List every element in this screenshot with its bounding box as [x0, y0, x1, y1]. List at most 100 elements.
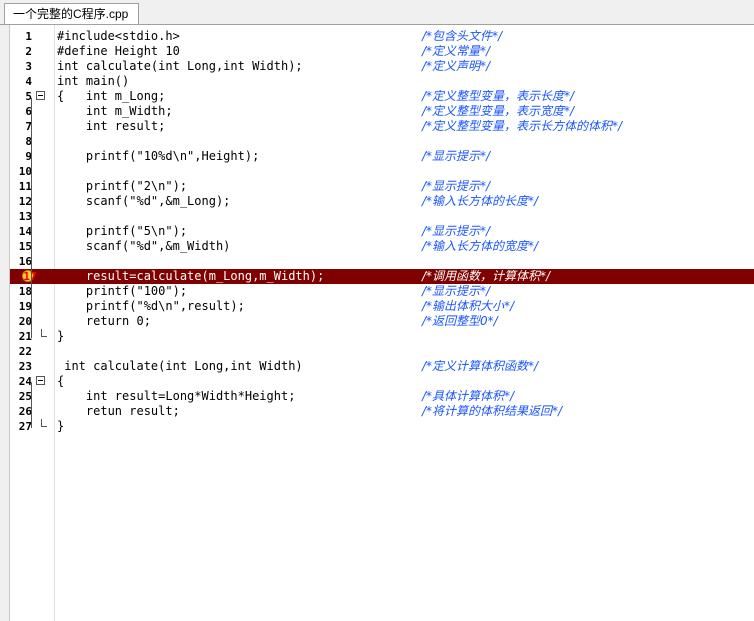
line-number: 17	[23, 270, 37, 283]
code-line[interactable]: 9 printf("10%d\n",Height); /*显示提示*/	[10, 149, 754, 164]
code-line[interactable]: 24 {	[10, 374, 754, 389]
line-number: 10	[18, 165, 32, 178]
line-number: 27	[18, 420, 32, 433]
line-number: 9	[25, 150, 32, 163]
code-comment: /*显示提示*/	[422, 149, 491, 163]
line-number: 22	[18, 345, 32, 358]
code-line[interactable]: 7 int result; /*定义整型变量，表示长方体的体积*/	[10, 119, 754, 134]
code-line[interactable]: 19 printf("%d\n",result); /*输出体积大小*/	[10, 299, 754, 314]
code-text: scanf("%d",&m_Width)	[57, 239, 231, 253]
file-tab-label: 一个完整的C程序.cpp	[13, 7, 129, 21]
line-number: 21	[18, 330, 32, 343]
code-text: }	[57, 419, 65, 433]
line-number: 12	[18, 195, 32, 208]
code-text: { int m_Long;	[57, 89, 166, 103]
fold-toggle-icon[interactable]	[36, 91, 45, 100]
line-number: 1	[25, 30, 32, 43]
code-line[interactable]: 10	[10, 164, 754, 179]
line-number: 19	[18, 300, 32, 313]
line-number: 5	[25, 90, 32, 103]
code-text: {	[57, 374, 65, 388]
line-number: 16	[18, 255, 32, 268]
code-comment: /*输出体积大小*/	[422, 299, 515, 313]
line-number: 13	[18, 210, 32, 223]
fold-toggle-icon[interactable]	[36, 376, 45, 385]
fold-end-marker	[41, 419, 47, 427]
code-line[interactable]: 16	[10, 254, 754, 269]
code-comment: /*返回整型0*/	[422, 314, 498, 328]
code-line[interactable]: 15 scanf("%d",&m_Width) /*输入长方体的宽度*/	[10, 239, 754, 254]
code-text: #define Height 10	[57, 44, 180, 58]
code-line[interactable]: 21}	[10, 329, 754, 344]
code-text: int result=Long*Width*Height;	[57, 389, 296, 403]
line-number: 4	[25, 75, 32, 88]
line-number: 2	[25, 45, 32, 58]
code-text: printf("%d\n",result);	[57, 299, 245, 313]
code-line[interactable]: 3 int calculate(int Long,int Width); /*定义声…	[10, 59, 754, 74]
code-line[interactable]: 4 int main()	[10, 74, 754, 89]
line-number: 26	[18, 405, 32, 418]
code-line[interactable]: 11 printf("2\n"); /*显示提示*/	[10, 179, 754, 194]
code-line[interactable]: 14 printf("5\n"); /*显示提示*/	[10, 224, 754, 239]
code-comment: /*定义整型变量，表示长方体的体积*/	[422, 119, 623, 133]
code-comment: /*定义常量*/	[422, 44, 491, 58]
code-text: printf("10%d\n",Height);	[57, 149, 260, 163]
code-line[interactable]: 2 #define Height 10 /*定义常量*/	[10, 44, 754, 59]
code-comment: /*定义整型变量，表示宽度*/	[422, 104, 575, 118]
code-line[interactable]: 13	[10, 209, 754, 224]
line-number: 23	[18, 360, 32, 373]
code-comment: /*定义计算体积函数*/	[422, 359, 539, 373]
code-text: }	[57, 329, 65, 343]
line-number: 8	[25, 135, 32, 148]
code-line[interactable]: 5 { int m_Long; /*定义整型变量，表示长度*/	[10, 89, 754, 104]
line-number: 14	[18, 225, 32, 238]
line-number: 24	[18, 375, 32, 388]
line-number: 3	[25, 60, 32, 73]
code-text: return 0;	[57, 314, 151, 328]
code-comment: /*具体计算体积*/	[422, 389, 515, 403]
code-text: scanf("%d",&m_Long);	[57, 194, 231, 208]
line-number: 11	[18, 180, 32, 193]
code-line[interactable]: 27}	[10, 419, 754, 434]
code-comment: /*包含头文件*/	[422, 29, 503, 43]
code-comment: /*定义整型变量，表示长度*/	[422, 89, 575, 103]
code-text: int m_Width;	[57, 104, 173, 118]
fold-guide-main	[31, 98, 32, 338]
editor-left-margin	[0, 25, 10, 621]
code-text: result=calculate(m_Long,m_Width);	[57, 269, 325, 283]
code-comment: /*输入长方体的长度*/	[422, 194, 539, 208]
code-line[interactable]: 20 return 0; /*返回整型0*/	[10, 314, 754, 329]
code-line[interactable]: 22	[10, 344, 754, 359]
code-text: printf("100");	[57, 284, 188, 298]
code-text: int calculate(int Long,int Width)	[57, 359, 303, 373]
code-line[interactable]: 12 scanf("%d",&m_Long); /*输入长方体的长度*/	[10, 194, 754, 209]
code-text: printf("5\n");	[57, 224, 188, 238]
code-text: int result;	[57, 119, 166, 133]
line-number: 18	[18, 285, 32, 298]
code-line[interactable]: 26 retun result; /*将计算的体积结果返回*/	[10, 404, 754, 419]
line-number: 6	[25, 105, 32, 118]
code-line[interactable]: 8	[10, 134, 754, 149]
line-number: 25	[18, 390, 32, 403]
file-tab[interactable]: 一个完整的C程序.cpp	[4, 3, 140, 26]
code-comment: /*输入长方体的宽度*/	[422, 239, 539, 253]
code-text: #include<stdio.h>	[57, 29, 180, 43]
code-text: printf("2\n");	[57, 179, 188, 193]
code-line[interactable]: 1 #include<stdio.h> /*包含头文件*/	[10, 29, 754, 44]
code-comment: /*显示提示*/	[422, 224, 491, 238]
code-line[interactable]: 17 result=calculate(m_Long,m_Width); /*调用…	[10, 269, 754, 284]
code-line[interactable]: 6 int m_Width; /*定义整型变量，表示宽度*/	[10, 104, 754, 119]
line-number: 20	[18, 315, 32, 328]
code-text: retun result;	[57, 404, 180, 418]
code-comment: /*调用函数，计算体积*/	[422, 269, 551, 283]
code-line[interactable]: 18 printf("100"); /*显示提示*/	[10, 284, 754, 299]
code-line[interactable]: 23 int calculate(int Long,int Width) /*定义…	[10, 359, 754, 374]
line-number: 7	[25, 120, 32, 133]
code-comment: /*显示提示*/	[422, 179, 491, 193]
line-number: 15	[18, 240, 32, 253]
code-line[interactable]: 25 int result=Long*Width*Height; /*具体计算体积…	[10, 389, 754, 404]
code-text: int calculate(int Long,int Width);	[57, 59, 303, 73]
code-comment: /*显示提示*/	[422, 284, 491, 298]
code-comment: /*将计算的体积结果返回*/	[422, 404, 563, 418]
fold-guide-calculate	[31, 383, 32, 428]
